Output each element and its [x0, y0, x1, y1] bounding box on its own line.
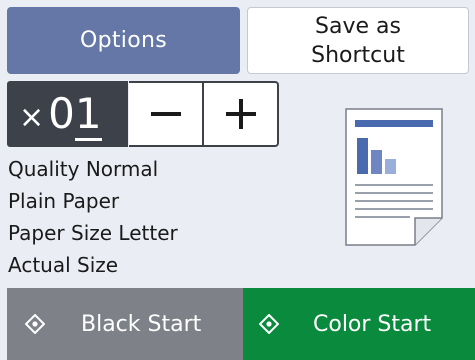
- minus-icon: [150, 112, 181, 116]
- document-preview-icon: [345, 108, 443, 246]
- options-button-label: Options: [80, 28, 167, 53]
- setting-scale: Actual Size: [8, 253, 119, 277]
- copy-settings-list[interactable]: Quality Normal Plain Paper Paper Size Le…: [8, 153, 238, 281]
- black-start-button[interactable]: Black Start: [7, 288, 243, 360]
- times-symbol: ×: [19, 100, 45, 135]
- color-start-label: Color Start: [313, 311, 432, 337]
- setting-paper-size: Paper Size Letter: [8, 221, 178, 245]
- increase-copies-button[interactable]: [204, 83, 277, 145]
- copy-count-stepper: [129, 81, 279, 147]
- start-diamond-icon: [25, 314, 45, 334]
- setting-quality: Quality Normal: [8, 157, 159, 181]
- save-as-shortcut-label: Save as Shortcut: [311, 13, 405, 68]
- copy-count-display: × 01: [7, 81, 128, 147]
- setting-paper-type: Plain Paper: [8, 189, 120, 213]
- black-start-label: Black Start: [81, 311, 202, 337]
- decrease-copies-button[interactable]: [129, 83, 202, 145]
- save-as-shortcut-button[interactable]: Save as Shortcut: [247, 7, 469, 74]
- options-button[interactable]: Options: [7, 7, 240, 74]
- color-start-button[interactable]: Color Start: [243, 288, 475, 360]
- start-diamond-icon: [259, 314, 279, 334]
- copy-count-value: 01: [48, 89, 102, 141]
- plus-icon: [225, 99, 256, 129]
